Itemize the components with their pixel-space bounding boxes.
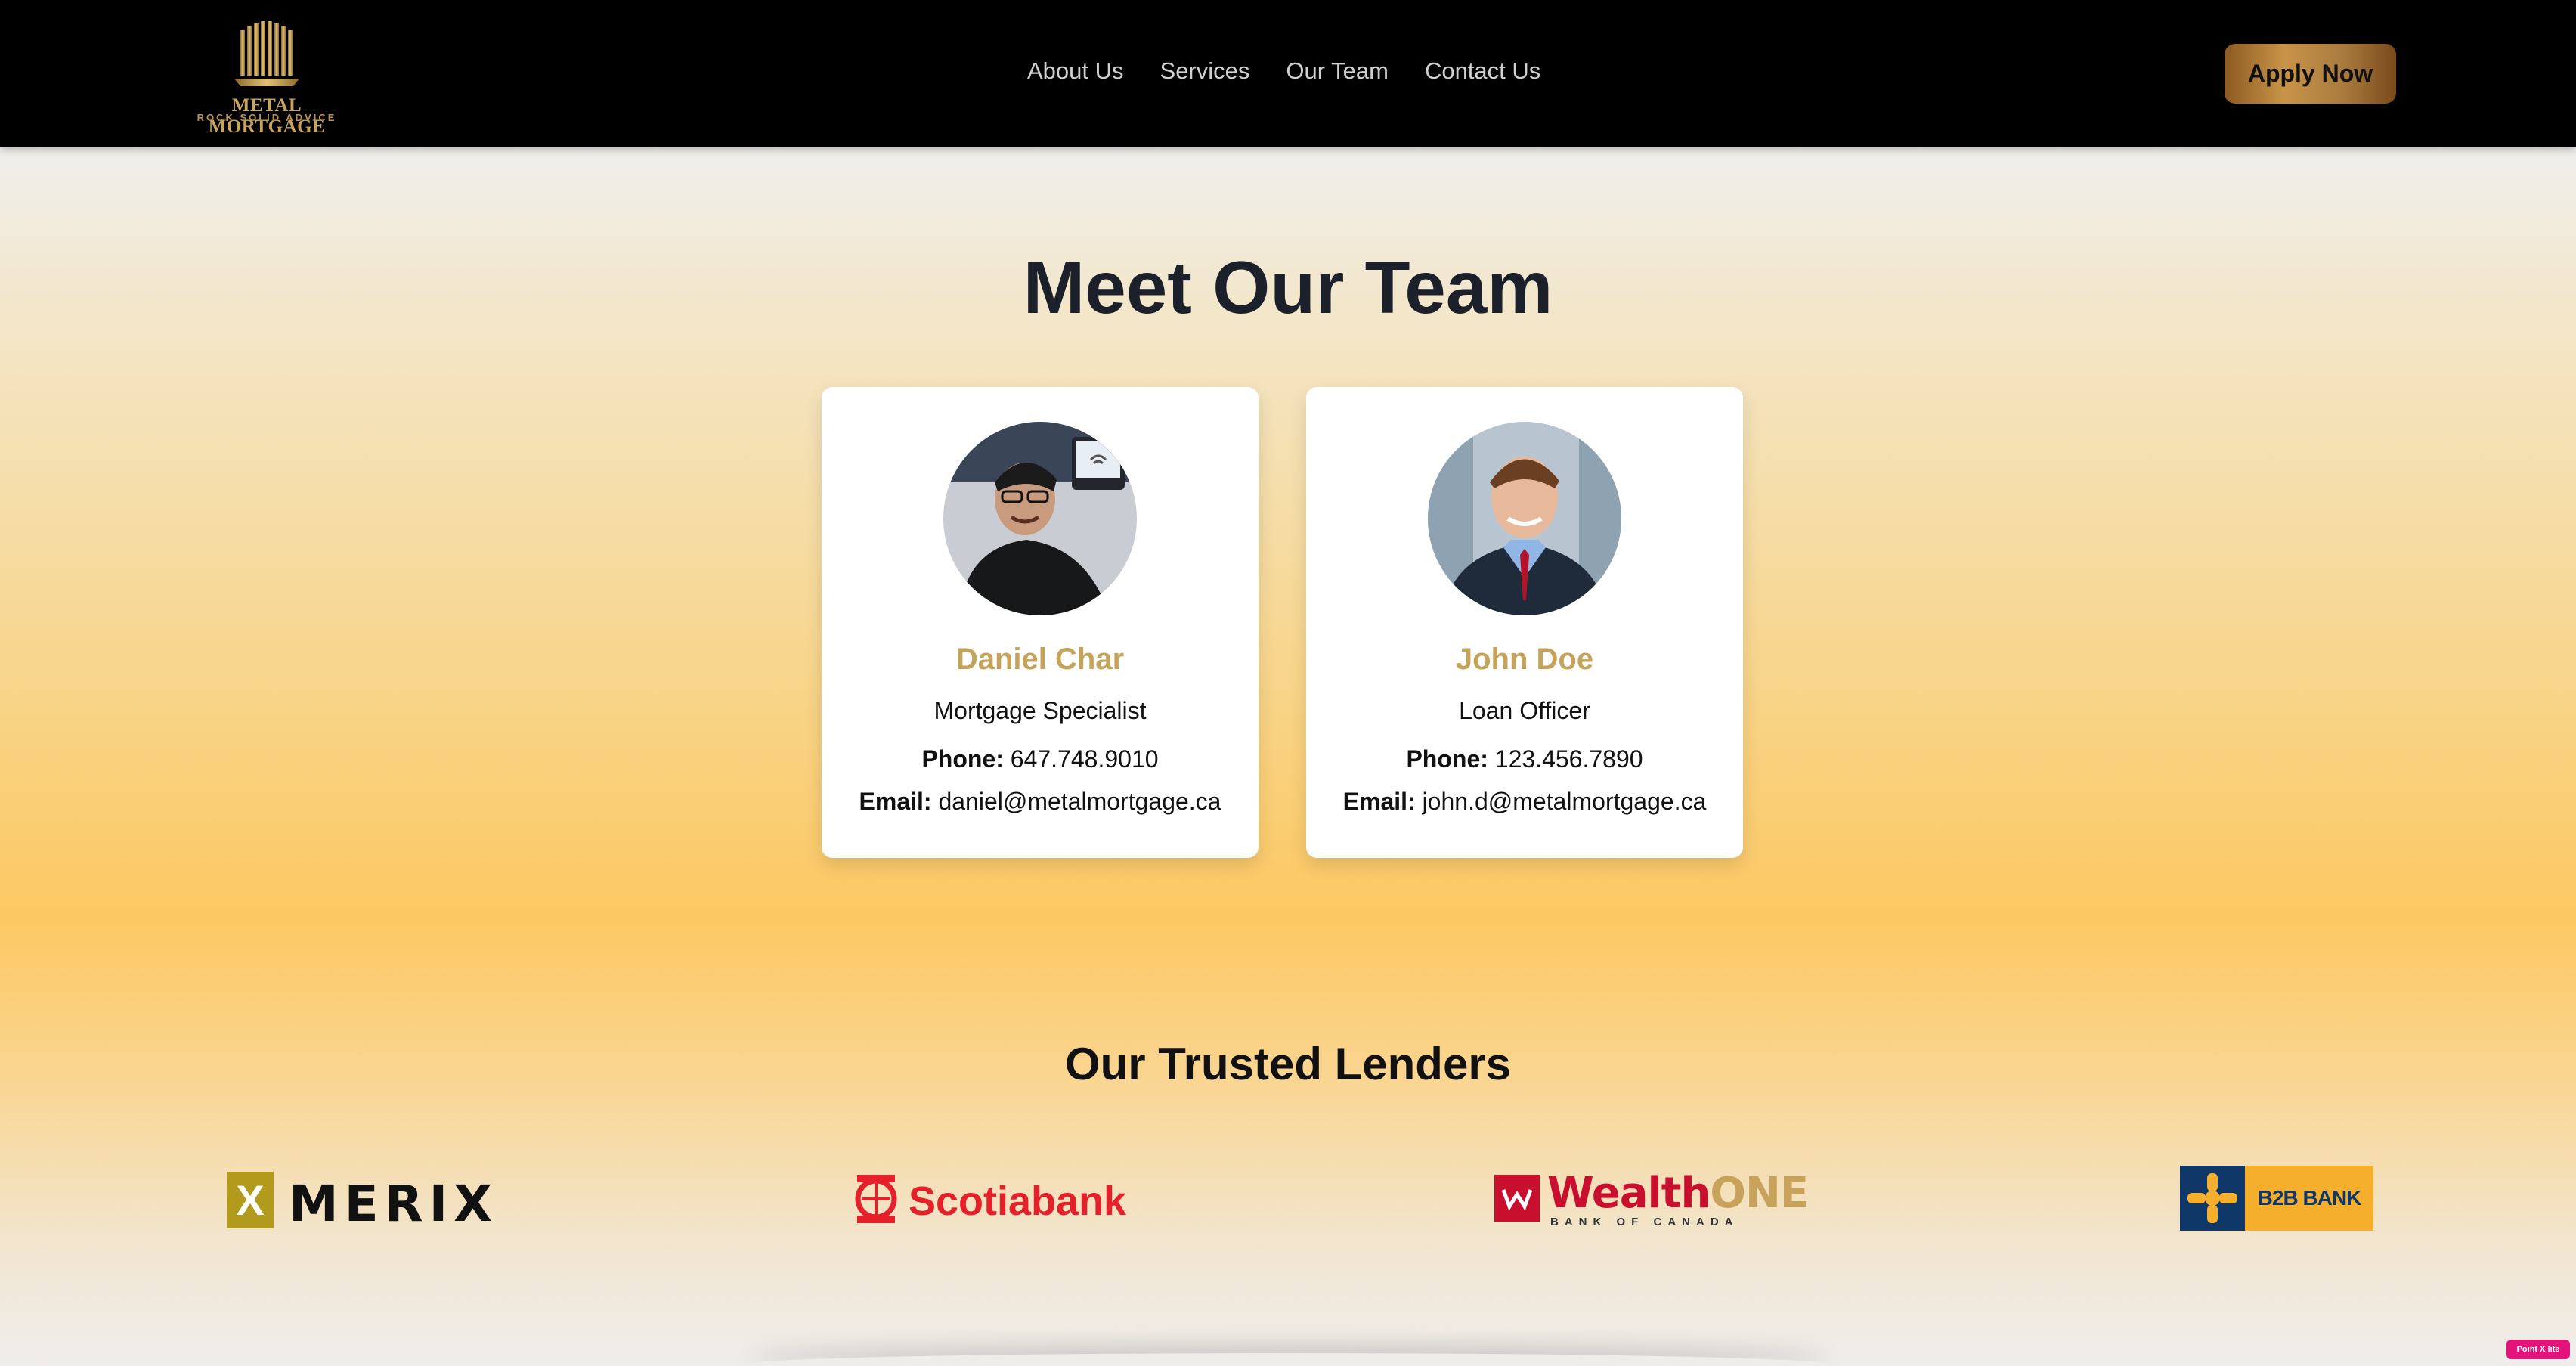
email-label: Email: xyxy=(1342,788,1416,815)
member-phone: Phone: 123.456.7890 xyxy=(1306,745,1743,773)
extension-badge[interactable]: Point X lite xyxy=(2506,1340,2570,1359)
scotiabank-wordmark: Scotiabank xyxy=(909,1179,1127,1224)
avatar xyxy=(943,422,1137,615)
brand-tagline: ROCK SOLID ADVICE xyxy=(197,112,337,123)
wealthone-mark-icon xyxy=(1494,1175,1540,1222)
merix-mark-icon: X xyxy=(227,1172,274,1228)
nav-our-team[interactable]: Our Team xyxy=(1286,57,1389,85)
lenders-section-title: Our Trusted Lenders xyxy=(1064,1039,1512,1089)
scotiabank-s-icon xyxy=(855,1175,897,1223)
nav-about-us[interactable]: About Us xyxy=(1027,57,1124,85)
email-value[interactable]: daniel@metalmortgage.ca xyxy=(938,788,1221,815)
avatar xyxy=(1428,422,1621,615)
wealthone-subtitle: BANK OF CANADA xyxy=(1550,1216,1739,1228)
merix-wordmark: MERIX xyxy=(289,1175,499,1233)
building-icon xyxy=(234,21,299,86)
lender-logo-merix: X MERIX xyxy=(227,1164,492,1233)
nav-contact-us[interactable]: Contact Us xyxy=(1425,57,1540,85)
member-phone: Phone: 647.748.9010 xyxy=(822,745,1259,773)
main-nav: About Us Services Our Team Contact Us xyxy=(1027,57,1540,85)
brand-logo[interactable]: METAL MORTGAGE ROCK SOLID ADVICE xyxy=(172,20,361,137)
phone-label: Phone: xyxy=(921,745,1004,773)
lender-logo-b2b-bank: B2B BANK xyxy=(2180,1166,2373,1231)
member-role: Mortgage Specialist xyxy=(933,697,1147,724)
lender-logo-wealthone: WealthONE BANK OF CANADA xyxy=(1494,1164,1809,1232)
lender-logo-scotiabank: Scotiabank xyxy=(853,1164,1126,1232)
member-name: John Doe xyxy=(1455,643,1594,676)
team-section-title: Meet Our Team xyxy=(1023,246,1553,329)
site-header: METAL MORTGAGE ROCK SOLID ADVICE About U… xyxy=(0,0,2576,147)
b2b-mark-icon xyxy=(2180,1166,2245,1231)
member-email: Email: daniel@metalmortgage.ca xyxy=(822,788,1259,816)
email-value[interactable]: john.d@metalmortgage.ca xyxy=(1423,788,1707,815)
phone-label: Phone: xyxy=(1406,745,1488,773)
nav-services[interactable]: Services xyxy=(1160,57,1250,85)
phone-value[interactable]: 647.748.9010 xyxy=(1011,745,1159,773)
b2b-wordmark: B2B BANK xyxy=(2245,1166,2373,1231)
email-label: Email: xyxy=(859,788,932,815)
phone-value[interactable]: 123.456.7890 xyxy=(1495,745,1643,773)
wealthone-wordmark: WealthONE xyxy=(1547,1169,1809,1218)
member-email: Email: john.d@metalmortgage.ca xyxy=(1306,788,1743,816)
member-role: Loan Officer xyxy=(1459,697,1590,724)
apply-now-button[interactable]: Apply Now xyxy=(2225,44,2396,104)
next-section-edge xyxy=(748,1353,1829,1366)
team-card: John Doe Loan Officer Phone: 123.456.789… xyxy=(1306,387,1743,858)
member-name: Daniel Char xyxy=(955,643,1125,676)
team-card: Daniel Char Mortgage Specialist Phone: 6… xyxy=(822,387,1259,858)
